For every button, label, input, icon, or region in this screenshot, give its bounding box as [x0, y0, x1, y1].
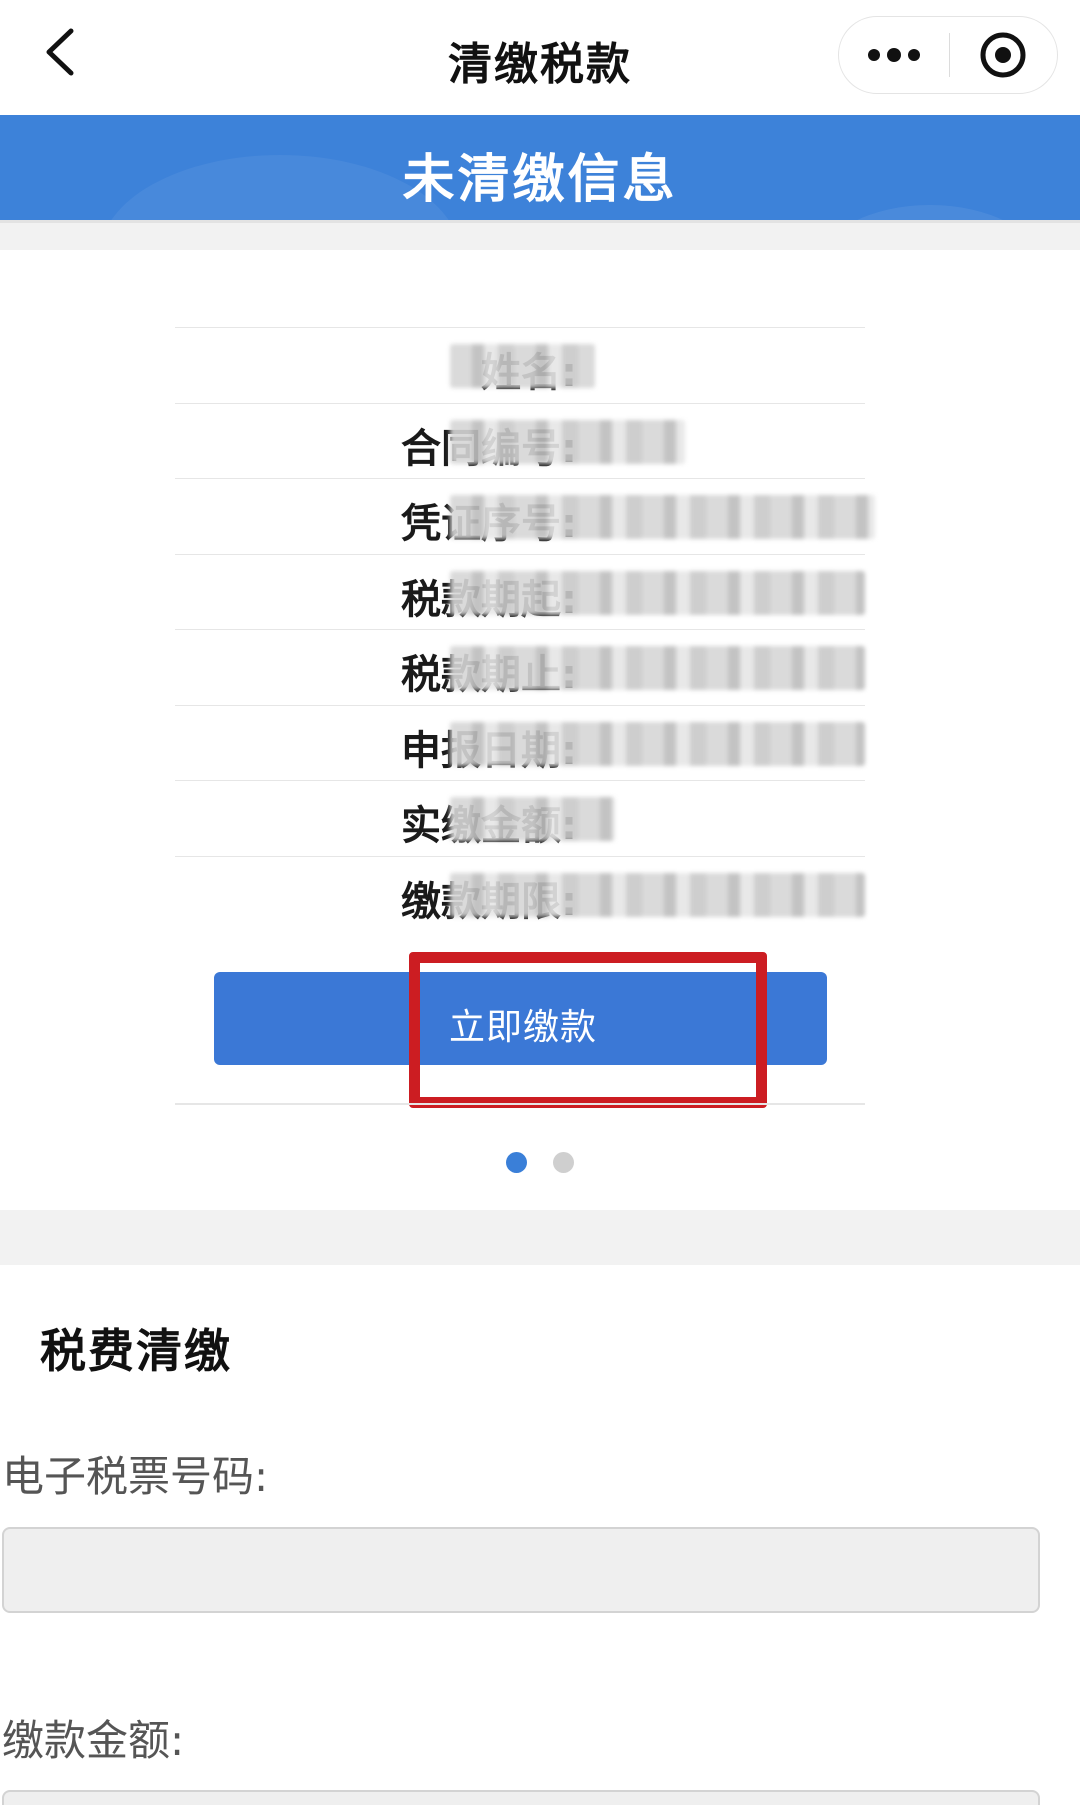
info-value-redacted: ████████████████ [450, 495, 875, 539]
section-divider [0, 1210, 1080, 1265]
info-value-redacted: ████████ [450, 419, 685, 464]
info-row-declaration-date: 申报日期: ████-██-██ ██:██:██ [175, 704, 865, 781]
ticket-number-label: 电子税票号码: [2, 1452, 269, 1501]
info-row-paid-amount: 实缴金额: ██████ [175, 780, 865, 856]
banner-title: 未清缴信息 [402, 150, 678, 210]
info-value-redacted: ████-██-██ ██:██:██ [450, 721, 865, 766]
pager-dot-inactive[interactable] [553, 1152, 574, 1173]
top-nav-bar: 清缴税款 [0, 0, 1080, 115]
more-button[interactable] [839, 16, 949, 94]
info-value-redacted: ████-██-██ ██:██:██ [450, 570, 865, 615]
info-row-tax-period-start: 税款期起: ████-██-██ ██:██:██ [175, 553, 865, 630]
divider-strip [0, 220, 1080, 250]
info-row-name: 姓名: ██ ██ [175, 327, 865, 403]
header-banner: 未清缴信息 [0, 115, 1080, 220]
pager-dot-active[interactable] [506, 1152, 527, 1173]
mini-program-capsule [838, 16, 1058, 94]
payment-amount-input[interactable] [2, 1790, 1040, 1805]
section-title: 税费清缴 [40, 1324, 232, 1378]
info-row-contract-number: 合同编号: ████████ [175, 402, 865, 479]
more-dots-icon [867, 48, 920, 62]
info-value-redacted: ████-██-██ ██:██:██ [450, 646, 865, 690]
info-row-payment-deadline: 缴款期限: ████-██-██ ██:██:██ [175, 855, 865, 932]
table-bottom-divider [175, 1103, 865, 1105]
target-close-icon [980, 32, 1026, 78]
info-value-redacted: ██████ [450, 797, 615, 841]
info-value-redacted: ████-██-██ ██:██:██ [450, 872, 865, 917]
carousel-pager [0, 1152, 1080, 1174]
info-row-tax-period-end: 税款期止: ████-██-██ ██:██:██ [175, 629, 865, 705]
ticket-number-input[interactable] [2, 1527, 1040, 1613]
unpaid-info-table: 姓名: ██ ██ 合同编号: ████████ 凭证序号: █████████… [175, 327, 875, 932]
close-button[interactable] [950, 16, 1058, 94]
info-value-redacted: ██ ██ [450, 344, 595, 388]
highlight-annotation-box [409, 952, 767, 1108]
payment-amount-label: 缴款金额: [2, 1716, 185, 1765]
info-row-voucher-number: 凭证序号: ████████████████ [175, 478, 875, 554]
